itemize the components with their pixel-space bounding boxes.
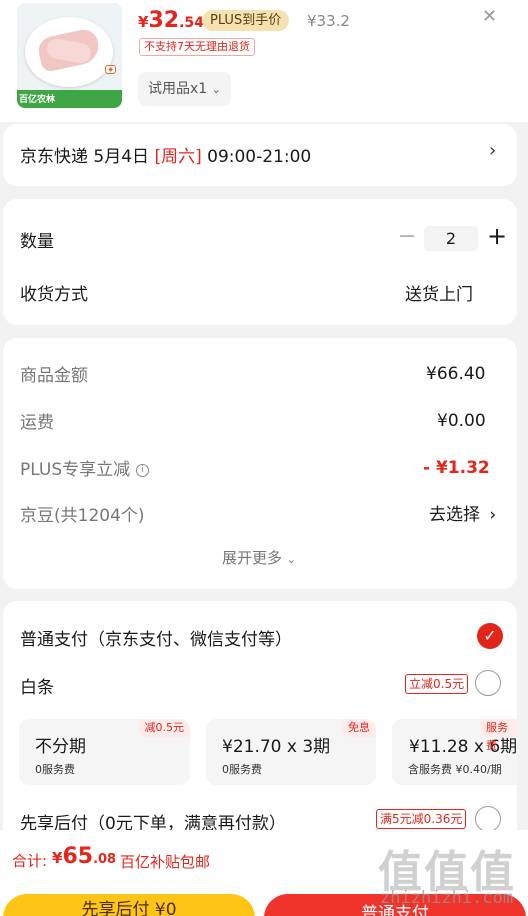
installment-title: 不分期 (35, 737, 86, 757)
payment-card: 普通支付（京东支付、微信支付等） ✓ 白条 立减0.5元 不分期 0服务费 减0… (3, 601, 517, 841)
total-decimal: .08 (93, 852, 117, 867)
delivery-weekday: [周六] (154, 147, 202, 167)
spec-label: 试用品x1 (148, 81, 208, 97)
increase-quantity-button[interactable]: + (487, 223, 507, 249)
chevron-right-icon: › (489, 140, 497, 161)
installment-option-6[interactable]: ¥11.28 x 6期 含服务费 ¥0.40/期 服务费 (392, 719, 517, 785)
delivery-card[interactable]: 京东快递 5月4日 [周六] 09:00-21:00 › (3, 124, 517, 186)
delivery-carrier-date: 京东快递 5月4日 (20, 147, 155, 167)
product-image[interactable]: ◆ 百亿农林 (17, 3, 122, 108)
normal-payment-label[interactable]: 普通支付（京东支付、微信支付等） (20, 625, 292, 650)
chevron-down-icon: ⌄ (211, 83, 221, 96)
baitiao-radio[interactable] (475, 670, 501, 696)
spec-selector[interactable]: 试用品x1 ⌄ (138, 72, 231, 106)
quantity-stepper[interactable]: 2 (424, 226, 478, 251)
installment-corner-tag: 免息 (342, 719, 376, 737)
price-currency: ¥ (138, 13, 149, 31)
price-decimal: .54 (179, 15, 204, 31)
receive-method-label: 收货方式 (20, 285, 88, 305)
plus-discount-value: - ¥1.32 (423, 458, 490, 478)
checkout-bar: 合计: ¥65.08 百亿补贴包邮 先享后付 ¥0 普通支付 (0, 830, 528, 916)
pay-later-button[interactable]: 先享后付 ¥0 (3, 894, 255, 916)
installment-fee: 0服务费 (35, 763, 75, 776)
installment-option-none[interactable]: 不分期 0服务费 减0.5元 (19, 719, 190, 785)
jd-beans-label: 京豆(共1204个) (20, 506, 145, 526)
pay-later-promo-tag: 满5元减0.36元 (376, 809, 467, 829)
expand-more-button[interactable]: 展开更多 ⌄ (222, 547, 296, 568)
normal-pay-button[interactable]: 普通支付 (264, 894, 526, 916)
plus-discount-label: PLUS专享立减 i (20, 455, 150, 480)
shipping-label: 运费 (20, 413, 54, 433)
installment-fee: 0服务费 (222, 763, 262, 776)
total-price: ¥65.08 (52, 844, 116, 869)
close-icon[interactable]: ✕ (482, 6, 497, 27)
jd-beans-action[interactable]: 去选择 › (429, 500, 496, 525)
installment-corner-tag: 减0.5元 (138, 719, 190, 737)
total-currency: ¥ (52, 849, 63, 867)
product-header: ◆ 百亿农林 ¥32.54 PLUS到手价 ¥33.2 ✕ 不支持7天无理由退货… (0, 0, 528, 122)
delivery-time: 09:00-21:00 (201, 147, 312, 167)
image-mini-tag: ◆ (105, 65, 116, 74)
plus-price-badge: PLUS到手价 (202, 10, 290, 31)
installment-option-3[interactable]: ¥21.70 x 3期 0服务费 免息 (206, 719, 376, 785)
original-price: ¥33.2 (307, 12, 350, 30)
installment-title: ¥21.70 x 3期 (222, 737, 331, 757)
brand-label: 百亿农林 (19, 95, 56, 105)
expand-more-label: 展开更多 (222, 549, 283, 567)
goods-amount-value: ¥66.40 (426, 364, 486, 384)
normal-payment-check-icon[interactable]: ✓ (477, 623, 503, 649)
receive-method-value[interactable]: 送货上门 (405, 280, 473, 305)
decrease-quantity-button[interactable]: − (398, 225, 416, 249)
installment-fee: 含服务费 ¥0.40/期 (408, 763, 502, 776)
baitiao-label[interactable]: 白条 (20, 673, 54, 698)
product-price: ¥32.54 (138, 8, 204, 33)
plus-discount-text: PLUS专享立减 (20, 460, 131, 480)
pay-later-radio[interactable] (475, 806, 501, 832)
baitiao-promo-tag: 立减0.5元 (405, 674, 469, 694)
jd-beans-action-text: 去选择 (429, 505, 480, 525)
installment-corner-tag: 服务费 (480, 719, 517, 752)
amount-card: 商品金额 ¥66.40 运费 ¥0.00 PLUS专享立减 i - ¥1.32 京… (3, 338, 517, 589)
quantity-card: 数量 − 2 + 收货方式 送货上门 (3, 199, 517, 325)
price-integer: 32 (148, 8, 180, 33)
delivery-info: 京东快递 5月4日 [周六] 09:00-21:00 (20, 142, 311, 167)
shipping-value: ¥0.00 (437, 411, 486, 431)
chevron-right-icon: › (489, 505, 497, 525)
chevron-down-icon: ⌄ (286, 553, 297, 566)
goods-amount-label: 商品金额 (20, 366, 88, 386)
info-icon[interactable]: i (136, 463, 150, 477)
total-integer: 65 (62, 844, 94, 869)
no-return-badge: 不支持7天无理由退货 (139, 38, 255, 56)
subsidy-note: 百亿补贴包邮 (120, 853, 211, 871)
total-label: 合计: (12, 852, 48, 870)
quantity-label: 数量 (20, 232, 54, 252)
